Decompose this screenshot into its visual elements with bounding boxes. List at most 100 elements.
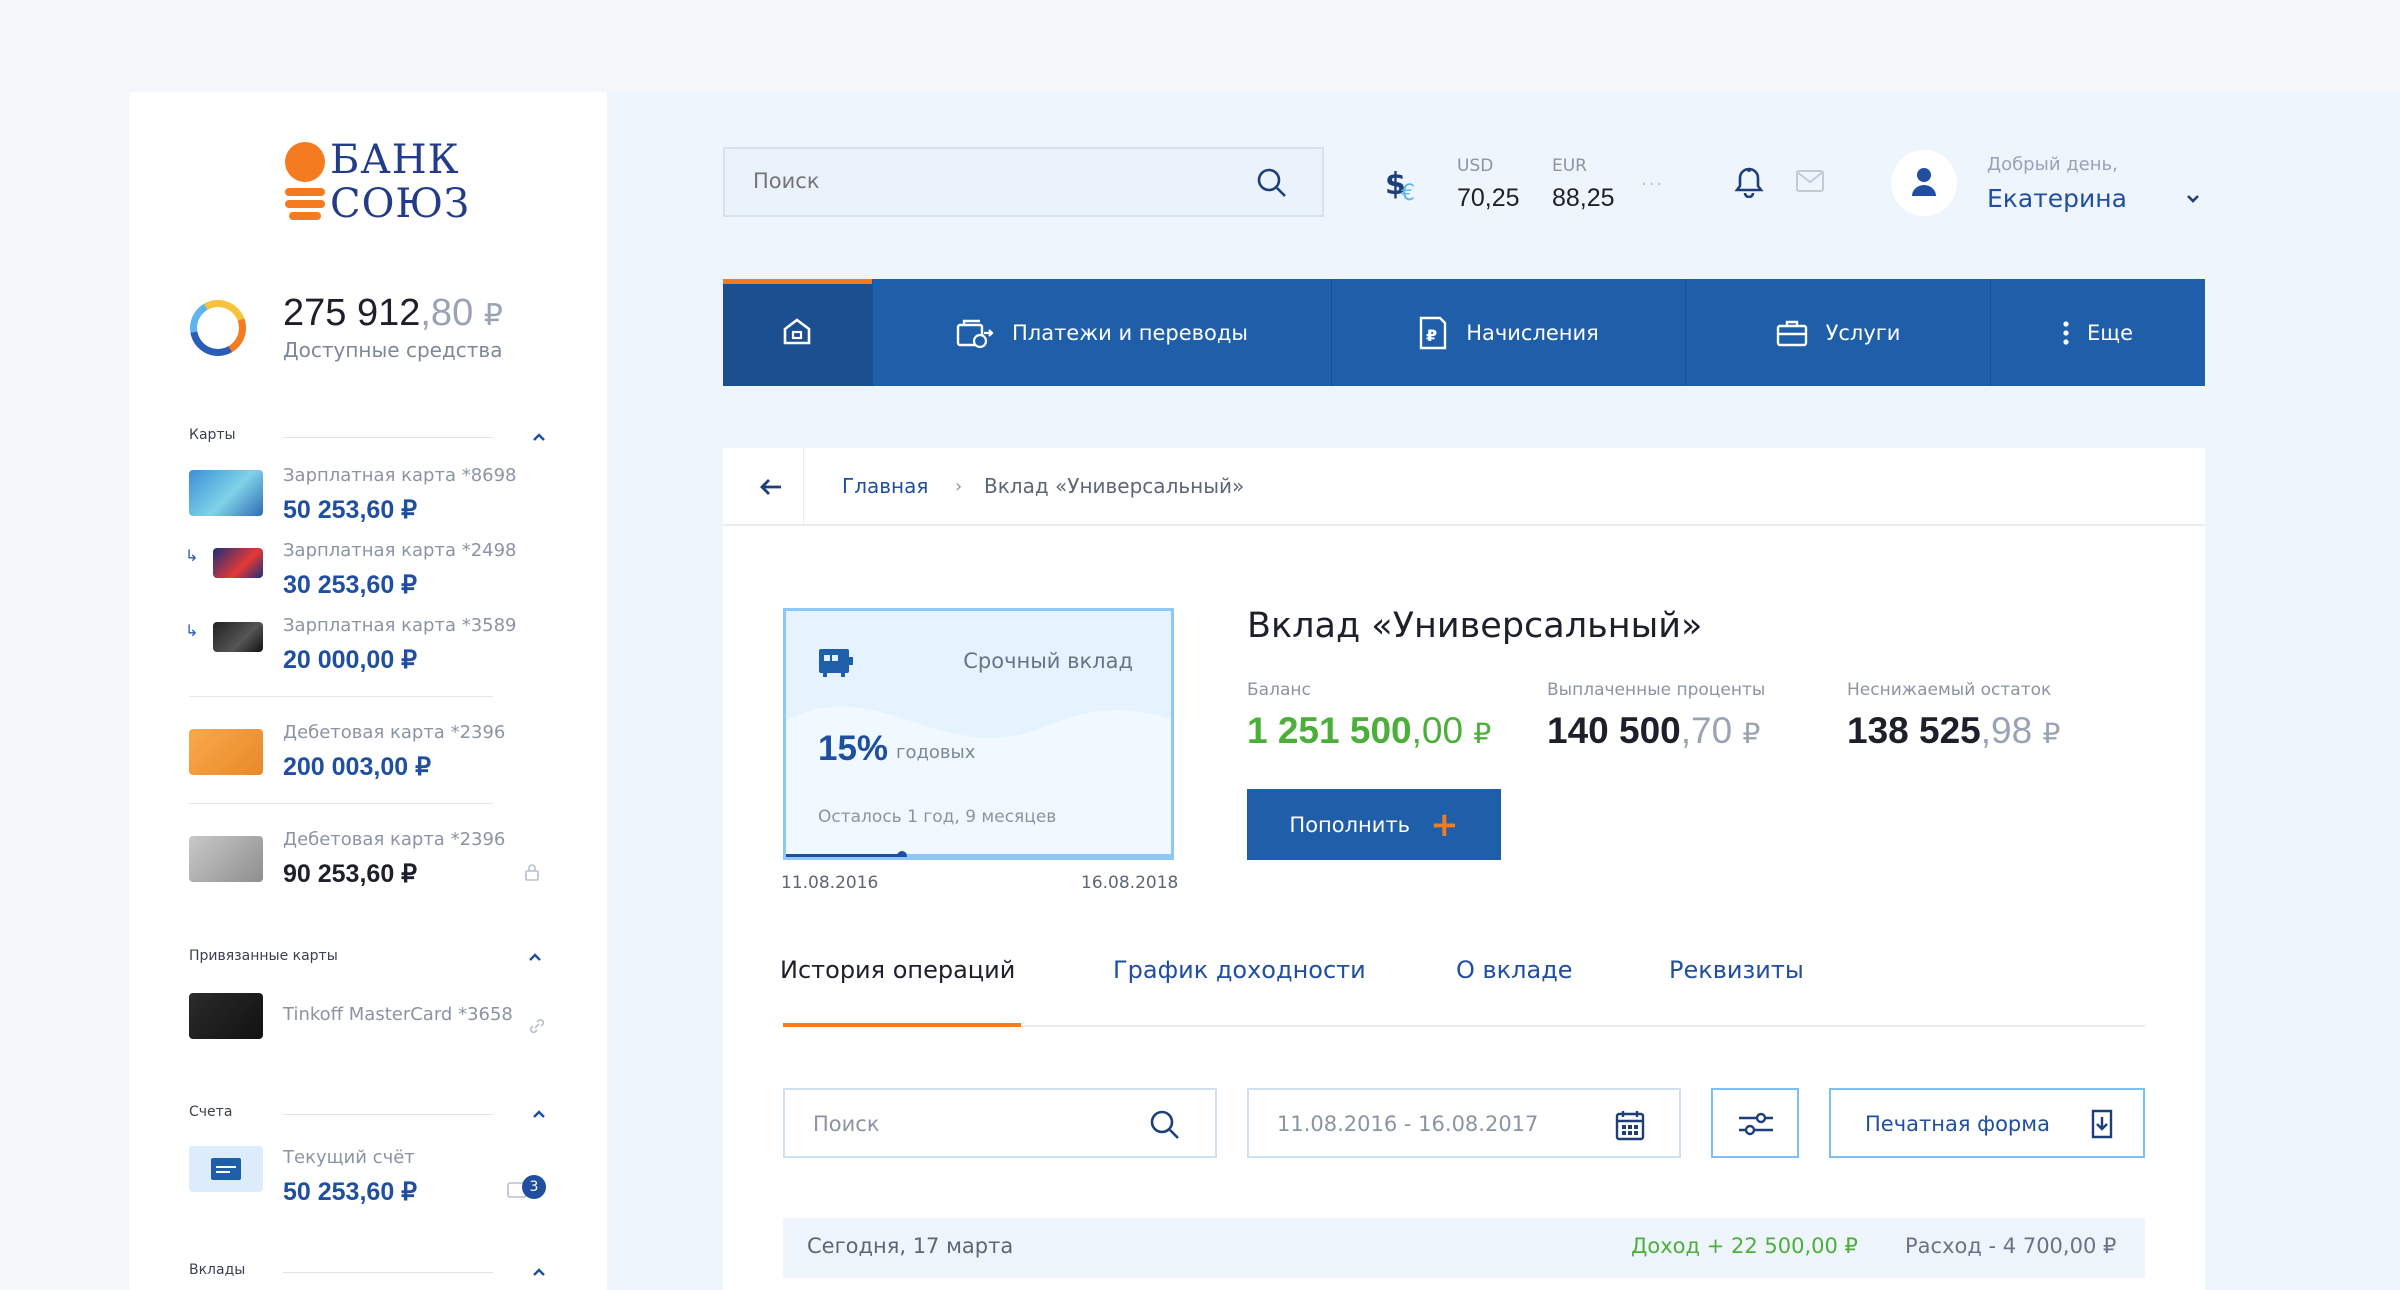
- briefcase-icon: [1776, 320, 1807, 346]
- stat-value-minimum: 138 525,98 ₽: [1847, 710, 2061, 751]
- card-amount: 20 000,00 ₽: [283, 646, 418, 674]
- cards-section-title: Карты: [189, 427, 236, 443]
- history-search-placeholder: Поиск: [813, 1112, 880, 1136]
- user-name[interactable]: Екатерина: [1987, 184, 2127, 213]
- day-expense: Расход - 4 700,00 ₽: [1905, 1234, 2117, 1258]
- card-name[interactable]: Дебетовая карта *2396: [283, 722, 505, 743]
- user-avatar[interactable]: [1891, 150, 1957, 216]
- filter-settings-button[interactable]: [1711, 1088, 1799, 1158]
- more-rates-button[interactable]: ···: [1641, 174, 1664, 195]
- account-icon-bg[interactable]: [189, 1146, 263, 1192]
- user-icon: [1912, 168, 1936, 196]
- accounts-section-title: Счета: [189, 1104, 233, 1120]
- print-form-button[interactable]: Печатная форма: [1829, 1088, 2145, 1158]
- lock-icon: [525, 864, 539, 881]
- deposit-start-date: 11.08.2016: [781, 873, 879, 893]
- currency-exchange-icon[interactable]: $ €: [1385, 166, 1425, 202]
- chevron-up-icon[interactable]: [533, 1109, 545, 1119]
- nav-item-services[interactable]: Услуги: [1685, 279, 1990, 386]
- chevron-down-icon[interactable]: [2186, 194, 2200, 204]
- tab-yield-chart[interactable]: График доходности: [1113, 956, 1366, 984]
- mail-icon[interactable]: [1796, 170, 1824, 192]
- search-icon[interactable]: [1149, 1109, 1181, 1141]
- payments-icon: [956, 319, 994, 348]
- divider: [189, 803, 493, 804]
- card-image-tinkoff[interactable]: [189, 993, 263, 1039]
- account-name[interactable]: Текущий счёт: [283, 1147, 415, 1168]
- account-card-icon: [211, 1158, 241, 1180]
- global-search-input[interactable]: [753, 169, 1233, 193]
- account-amount: 50 253,60 ₽: [283, 1178, 418, 1206]
- chevron-up-icon[interactable]: [533, 1267, 545, 1277]
- deposit-card[interactable]: Срочный вклад 15% годовых Осталось 1 год…: [783, 608, 1174, 860]
- sub-card-arrow-icon: ↳: [185, 546, 199, 565]
- card-amount: 50 253,60 ₽: [283, 496, 418, 524]
- breadcrumb-home-link[interactable]: Главная: [842, 474, 928, 498]
- logo-mark: [282, 142, 328, 222]
- greeting: Добрый день,: [1987, 154, 2118, 175]
- chevron-up-icon[interactable]: [533, 432, 545, 442]
- balance-donut-chart: [190, 300, 246, 356]
- topup-button[interactable]: Пополнить +: [1247, 789, 1501, 860]
- chevron-up-icon[interactable]: [529, 952, 541, 962]
- day-summary-row: Сегодня, 17 марта Доход + 22 500,00 ₽ Ра…: [783, 1218, 2145, 1278]
- global-search[interactable]: [723, 147, 1324, 217]
- card-name[interactable]: Tinkoff MasterCard *3658: [283, 1004, 513, 1025]
- svg-text:€: €: [1401, 181, 1415, 202]
- plus-icon: +: [1430, 804, 1459, 845]
- card-image-salary-2498[interactable]: [213, 548, 263, 578]
- tab-about[interactable]: О вкладе: [1456, 956, 1573, 984]
- history-search[interactable]: Поиск: [783, 1088, 1217, 1158]
- card-amount: 30 253,60 ₽: [283, 571, 418, 599]
- nav-home[interactable]: [723, 279, 872, 386]
- calendar-icon[interactable]: [1615, 1109, 1645, 1141]
- card-image-salary-8698[interactable]: [189, 470, 263, 516]
- logo-text: БАНК СОЮЗ: [330, 137, 471, 227]
- nav-item-label: Услуги: [1825, 320, 1901, 345]
- deposit-end-date: 16.08.2018: [1081, 873, 1179, 893]
- card-image-debit-2396-silver[interactable]: [189, 836, 263, 882]
- deposit-rate-label: годовых: [896, 742, 976, 763]
- tab-history[interactable]: История операций: [780, 956, 1015, 984]
- link-icon[interactable]: [527, 1016, 547, 1036]
- bell-icon[interactable]: [1734, 166, 1764, 198]
- svg-text:₽: ₽: [1426, 326, 1437, 345]
- breadcrumb-divider: [803, 448, 804, 526]
- card-amount: 200 003,00 ₽: [283, 753, 431, 781]
- deposit-card-wave: [786, 706, 1171, 857]
- page-title: Вклад «Универсальный»: [1247, 606, 1703, 646]
- card-image-debit-2396[interactable]: [189, 729, 263, 775]
- nav-item-label: Платежи и переводы: [1011, 320, 1249, 345]
- sub-card-arrow-icon: ↳: [185, 621, 199, 640]
- filter-sliders-icon: [1739, 1112, 1773, 1136]
- section-line: [283, 437, 493, 438]
- stat-value-interest: 140 500,70 ₽: [1547, 710, 1761, 751]
- print-form-label: Печатная форма: [1865, 1112, 2050, 1136]
- card-image-salary-3589[interactable]: [213, 622, 263, 652]
- card-name[interactable]: Дебетовая карта *2396: [283, 829, 505, 850]
- total-balance: 275 912,80 ₽: [283, 292, 503, 334]
- home-icon: [783, 318, 811, 345]
- card-name[interactable]: Зарплатная карта *8698: [283, 465, 517, 486]
- stat-label-balance: Баланс: [1247, 680, 1311, 700]
- day-income: Доход + 22 500,00 ₽: [1631, 1234, 1858, 1258]
- date-range-picker[interactable]: 11.08.2016 - 16.08.2017: [1247, 1088, 1681, 1158]
- sidebar: БАНК СОЮЗ 275 912,80 ₽ Доступные средств…: [129, 92, 607, 1290]
- nav-item-more[interactable]: Еще: [1990, 279, 2205, 386]
- search-icon[interactable]: [1256, 167, 1288, 199]
- breadcrumb: Главная › Вклад «Универсальный»: [723, 448, 2205, 526]
- safe-icon: [819, 649, 853, 677]
- nav-item-charges[interactable]: ₽ Начисления: [1331, 279, 1685, 386]
- back-arrow-icon[interactable]: [759, 478, 783, 496]
- date-range-value: 11.08.2016 - 16.08.2017: [1277, 1112, 1539, 1136]
- stat-label-interest: Выплаченные проценты: [1547, 680, 1766, 700]
- nav-item-payments[interactable]: Платежи и переводы: [872, 279, 1331, 386]
- card-name[interactable]: Зарплатная карта *3589: [283, 615, 517, 636]
- card-name[interactable]: Зарплатная карта *2498: [283, 540, 517, 561]
- tab-details[interactable]: Реквизиты: [1669, 956, 1804, 984]
- section-line: [283, 1272, 493, 1273]
- linked-cards-section-title: Привязанные карты: [189, 948, 338, 964]
- charges-icon: ₽: [1419, 316, 1447, 349]
- deposits-section-title: Вклады: [189, 1262, 246, 1278]
- breadcrumb-separator: ›: [955, 476, 963, 497]
